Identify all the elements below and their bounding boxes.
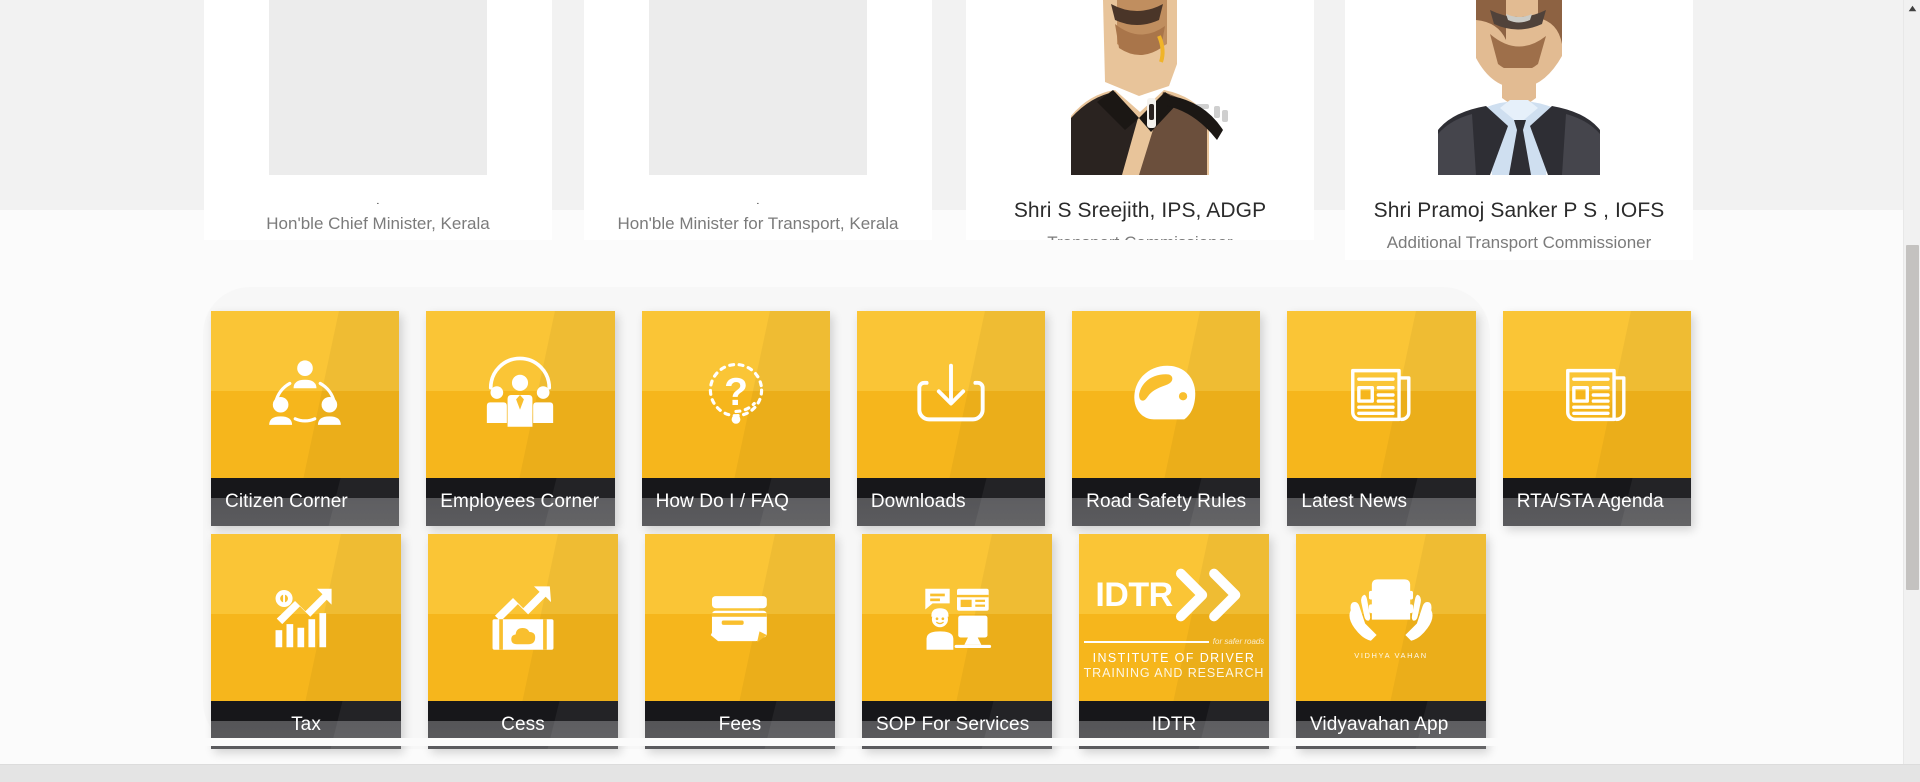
- idtr-wordmark: IDTR: [1095, 576, 1173, 614]
- vidyavahan-logo: VIDHYA VAHAN: [1345, 575, 1437, 660]
- tile-vidyavahan-app[interactable]: VIDHYA VAHAN Vidyavahan App: [1296, 534, 1486, 749]
- helmet-icon: [1134, 365, 1196, 419]
- tile-art: [862, 534, 1052, 701]
- idtr-rule-bar: [1083, 641, 1209, 643]
- page-root: . Hon'ble Chief Minister, Kerala . Hon'b…: [0, 0, 1920, 782]
- quick-links-row-2: Tax Cess Fees SOP For Services IDTR for …: [211, 534, 1691, 749]
- tile-how-do-i-faq[interactable]: ? How Do I / FAQ: [641, 311, 830, 526]
- tile-latest-news[interactable]: Latest News: [1287, 311, 1476, 526]
- tile-employees-corner[interactable]: Employees Corner: [426, 311, 615, 526]
- tile-label: Downloads: [856, 478, 1046, 526]
- tile-cess[interactable]: Cess: [428, 534, 618, 749]
- credit-card-icon: [710, 595, 767, 642]
- footer-white-strip: [0, 738, 1903, 746]
- official-card-chief-minister[interactable]: . Hon'ble Chief Minister, Kerala: [204, 0, 552, 240]
- idtr-tagline: for safer roads: [1212, 637, 1265, 646]
- tile-art: [426, 311, 615, 478]
- banknote-cloud-icon: [492, 585, 554, 650]
- official-role: Hon'ble Minister for Transport, Kerala: [617, 214, 899, 233]
- growth-chart-coin-icon: [275, 588, 332, 647]
- tile-art: [428, 534, 618, 701]
- official-photo-placeholder: [649, 0, 867, 175]
- tile-art: [211, 534, 401, 701]
- officials-card-strip: . Hon'ble Chief Minister, Kerala . Hon'b…: [0, 0, 1900, 260]
- citizen-network-icon: [269, 359, 341, 425]
- scrollbar-thumb[interactable]: [1906, 245, 1919, 590]
- tile-label: How Do I / FAQ: [641, 478, 830, 526]
- official-card-transport-commissioner[interactable]: Shri S Sreejith, IPS, ADGP Transport Com…: [966, 0, 1314, 240]
- svg-text:?: ?: [724, 370, 748, 413]
- tile-art: [1287, 311, 1476, 478]
- tile-rta-sta-agenda[interactable]: RTA/STA Agenda: [1502, 311, 1691, 526]
- tile-tax[interactable]: Tax: [211, 534, 401, 749]
- tile-citizen-corner[interactable]: Citizen Corner: [211, 311, 400, 526]
- tile-label: Citizen Corner: [211, 478, 400, 526]
- official-role: Hon'ble Chief Minister, Kerala: [266, 214, 490, 233]
- quick-links-grid: Citizen Corner Employees Corner ? How Do…: [211, 311, 1691, 757]
- official-role: Transport Commissioner: [980, 231, 1300, 240]
- official-name: .: [756, 196, 760, 207]
- question-mark-icon: ?: [708, 362, 763, 424]
- official-portrait-photo: [1410, 0, 1628, 175]
- page-footer-strip: [0, 764, 1920, 782]
- tile-art: ?: [641, 311, 830, 478]
- newspaper-icon: [1350, 368, 1411, 421]
- vertical-scrollbar[interactable]: [1903, 0, 1920, 764]
- tile-label: Road Safety Rules: [1072, 478, 1261, 526]
- download-tray-icon: [917, 363, 985, 421]
- scroll-up-arrow-icon: [1908, 5, 1917, 12]
- tile-art: [211, 311, 400, 478]
- tile-road-safety-rules[interactable]: Road Safety Rules: [1072, 311, 1261, 526]
- tile-label: RTA/STA Agenda: [1502, 478, 1691, 526]
- tile-art: [1502, 311, 1691, 478]
- official-name: Shri S Sreejith, IPS, ADGP: [1013, 199, 1267, 222]
- tile-art: IDTR for safer roads INSTITUTE OF DRIVER…: [1079, 534, 1269, 701]
- tile-art: [645, 534, 835, 701]
- tile-art: VIDHYA VAHAN: [1296, 534, 1486, 701]
- newspaper-icon: [1565, 368, 1626, 421]
- quick-links-row-1: Citizen Corner Employees Corner ? How Do…: [211, 311, 1691, 526]
- tile-idtr[interactable]: IDTR for safer roads INSTITUTE OF DRIVER…: [1079, 534, 1269, 749]
- official-name: Shri Pramoj Sanker P S , IOFS: [1373, 199, 1665, 222]
- official-name: .: [376, 196, 380, 207]
- double-chevron-right-icon: [1175, 568, 1240, 622]
- employees-group-icon: [487, 356, 554, 427]
- tile-label: Latest News: [1287, 478, 1476, 526]
- bus-in-hands-icon: [1349, 579, 1433, 641]
- page-body: . Hon'ble Chief Minister, Kerala . Hon'b…: [0, 0, 1903, 764]
- scroll-up-button[interactable]: [1904, 0, 1920, 17]
- tile-label: Employees Corner: [426, 478, 615, 526]
- vidyavahan-wordmark: VIDHYA VAHAN: [1354, 651, 1428, 660]
- support-agent-icon: [925, 588, 992, 650]
- official-card-additional-transport-commissioner[interactable]: Shri Pramoj Sanker P S , IOFS Additional…: [1345, 0, 1693, 260]
- tile-sop-for-services[interactable]: SOP For Services: [862, 534, 1052, 749]
- idtr-subtitle-line-1: INSTITUTE OF DRIVER: [1092, 651, 1256, 665]
- tile-art: [856, 311, 1046, 478]
- idtr-logo: IDTR for safer roads INSTITUTE OF DRIVER…: [1083, 556, 1265, 680]
- tile-downloads[interactable]: Downloads: [856, 311, 1046, 526]
- official-portrait-photo: [1031, 0, 1249, 175]
- official-role: Additional Transport Commissioner: [1386, 232, 1652, 252]
- tile-fees[interactable]: Fees: [645, 534, 835, 749]
- idtr-subtitle-line-2: TRAINING AND RESEARCH: [1083, 665, 1265, 680]
- tile-art: [1072, 311, 1261, 478]
- official-card-transport-minister[interactable]: . Hon'ble Minister for Transport, Kerala: [584, 0, 932, 240]
- official-photo-placeholder: [269, 0, 487, 175]
